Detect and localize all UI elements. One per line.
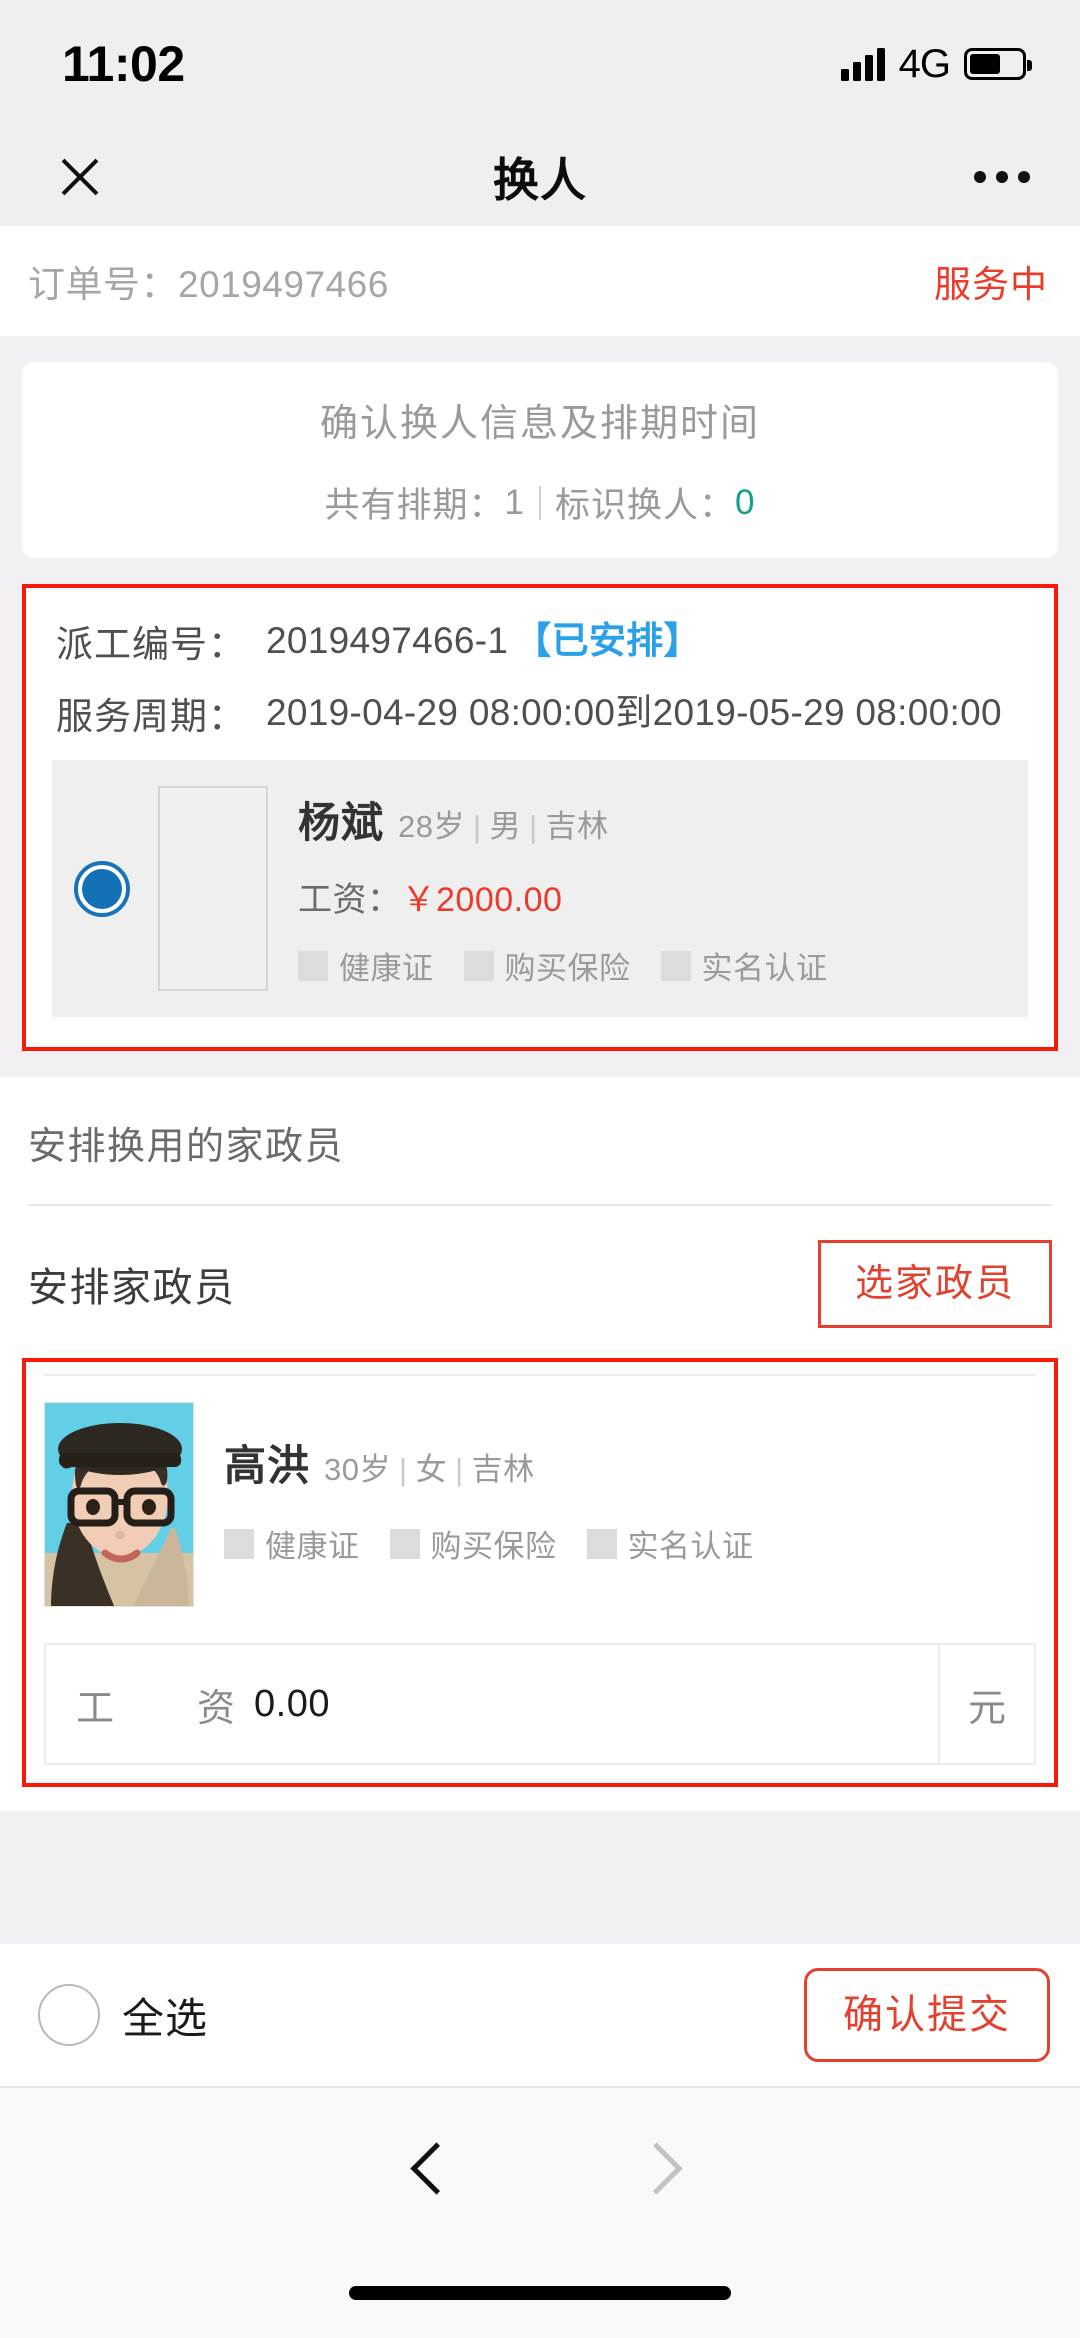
tag-square-icon [660,950,691,981]
tag-square-icon [298,950,328,981]
tag-label: 购买保险 [430,1529,557,1564]
tag-label: 健康证 [339,951,434,986]
signal-bars-icon [840,47,885,81]
submit-button[interactable]: 确认提交 [804,1968,1050,2062]
tag-insurance: 购买保险 [389,1521,557,1566]
status-badge: 【已安排】 [514,620,701,661]
broken-image-placeholder [158,786,268,991]
selected-worker-name-line: 高洪 30岁 | 女 | 吉林 [224,1432,1036,1493]
worker-region: 吉林 [545,809,609,844]
selected-worker-info: 高洪 30岁 | 女 | 吉林 健康证 购买保险 实名认证 [224,1402,1036,1566]
assign-section: 安排换用的家政员 安排家政员 选家政员 [0,1077,1080,1358]
select-all-checkbox[interactable] [38,1984,100,2046]
selected-worker-region: 吉林 [471,1452,535,1487]
selected-worker-row: 高洪 30岁 | 女 | 吉林 健康证 购买保险 实名认证 [44,1374,1036,1635]
chevron-right-icon[interactable] [630,2138,670,2198]
dispatch-number-value: 2019497466-1 【已安排】 [266,614,701,668]
summary-card: 确认换人信息及排期时间 共有排期： 1 标识换人： 0 [22,362,1058,558]
status-indicators: 4G [840,41,1032,87]
page-content: 订单号：2019497466 服务中 确认换人信息及排期时间 共有排期： 1 标… [0,226,1080,1942]
selected-worker-age: 30岁 [324,1452,391,1487]
dispatch-card[interactable]: 派工编号： 2019497466-1 【已安排】 服务周期： 2019-04-29… [22,584,1058,1051]
dispatch-card-wrapper: 派工编号： 2019497466-1 【已安排】 服务周期： 2019-04-29… [0,584,1080,1051]
wage-input-field[interactable]: 0.00 [246,1645,938,1763]
phone-screen: 11:02 4G 换人 订单号：2019497466 服务中 确认换人信息及排期… [0,0,1080,2338]
bottom-action-bar: 全选 确认提交 [0,1942,1080,2088]
summary-title: 确认换人信息及排期时间 [319,403,760,445]
selected-worker-name: 高洪 [224,1442,311,1489]
radio-selected-icon[interactable] [74,860,130,917]
worker-age: 28岁 [398,809,465,844]
dispatch-number-row: 派工编号： 2019497466-1 【已安排】 [26,614,1054,668]
dispatch-number-label: 派工编号： [56,624,246,665]
count-divider [539,485,541,520]
tag-label: 购买保险 [504,951,631,986]
summary-counts: 共有排期： 1 标识换人： 0 [22,477,1058,528]
chevron-left-icon[interactable] [410,2138,450,2198]
assign-row: 安排家政员 选家政员 [28,1206,1052,1358]
dispatch-worker-info: 杨斌 28岁 | 男 | 吉林 工资：￥2000.00 健康证 购买保险 实名认证 [298,789,1006,988]
assign-section-title: 安排换用的家政员 [28,1077,1052,1206]
wage-label-char2: 资 [196,1687,236,1730]
network-type-label: 4G [898,41,951,86]
home-indicator-area [0,2248,1080,2338]
tag-square-icon [463,950,494,981]
tag-square-icon [224,1528,254,1559]
choose-worker-button[interactable]: 选家政员 [817,1240,1052,1328]
service-period-value: 2019-04-29 08:00:00到2019-05-29 08:00:00 [266,692,1002,733]
selected-worker-meta: 30岁 | 女 | 吉林 [324,1452,535,1487]
order-status-badge: 服务中 [934,264,1048,305]
selected-worker-tag-row: 健康证 购买保险 实名认证 [224,1521,1036,1566]
content-spacer [0,1811,1080,1942]
page-title: 换人 [493,154,587,206]
selected-worker-gender: 女 [415,1452,448,1487]
tag-label: 实名认证 [701,951,828,986]
worker-tag-row: 健康证 购买保险 实名认证 [298,943,1006,988]
selected-worker-wrapper: 高洪 30岁 | 女 | 吉林 健康证 购买保险 实名认证 工 资 0.00 元 [0,1358,1080,1811]
service-period-label: 服务周期： [56,696,246,737]
order-row: 订单号：2019497466 服务中 [0,226,1080,336]
avatar [44,1402,194,1607]
wage-label-char1: 工 [76,1687,116,1730]
wage-input-label: 工 资 [46,1645,246,1763]
swap-count-value: 0 [735,482,756,522]
worker-wage-line: 工资：￥2000.00 [298,872,1006,921]
status-time: 11:02 [62,36,185,92]
worker-name: 杨斌 [298,799,385,846]
schedule-count-value: 1 [504,482,525,522]
select-all-label: 全选 [122,1994,209,2042]
worker-gender: 男 [489,809,522,844]
status-bar: 11:02 4G [0,0,1080,128]
nav-bar: 换人 [0,128,1080,226]
service-period-row: 服务周期： 2019-04-29 08:00:00到2019-05-29 08:… [26,686,1054,740]
selected-worker-panel[interactable]: 高洪 30岁 | 女 | 吉林 健康证 购买保险 实名认证 工 资 0.00 元 [22,1358,1058,1787]
more-dots-icon[interactable] [974,171,1030,183]
assign-label: 安排家政员 [28,1266,236,1310]
worker-wage-label: 工资： [298,881,402,919]
worker-meta: 28岁 | 男 | 吉林 [398,809,609,844]
tag-realname: 实名认证 [586,1521,754,1566]
worker-wage-amount: ￥2000.00 [401,881,563,919]
tag-square-icon [586,1528,617,1559]
tag-health-cert: 健康证 [224,1521,360,1566]
browser-nav-bar [0,2088,1080,2248]
tag-realname: 实名认证 [660,943,828,988]
tag-square-icon [389,1528,420,1559]
wage-input-row[interactable]: 工 资 0.00 元 [44,1643,1036,1765]
tag-health-cert: 健康证 [298,943,434,988]
tag-label: 实名认证 [627,1529,754,1564]
dispatch-number-text: 2019497466-1 [266,620,509,661]
tag-label: 健康证 [265,1529,360,1564]
home-indicator [349,2286,731,2300]
schedule-count-label: 共有排期： [324,486,505,525]
wage-input-unit: 元 [938,1645,1034,1763]
battery-icon [964,48,1032,80]
tag-insurance: 购买保险 [463,943,631,988]
select-all-control[interactable]: 全选 [38,1984,208,2046]
order-number: 订单号：2019497466 [28,264,389,305]
worker-name-line: 杨斌 28岁 | 男 | 吉林 [298,789,1006,850]
swap-count-label: 标识换人： [555,486,736,525]
dispatch-worker-row[interactable]: 杨斌 28岁 | 男 | 吉林 工资：￥2000.00 健康证 购买保险 实名认证 [52,760,1028,1017]
